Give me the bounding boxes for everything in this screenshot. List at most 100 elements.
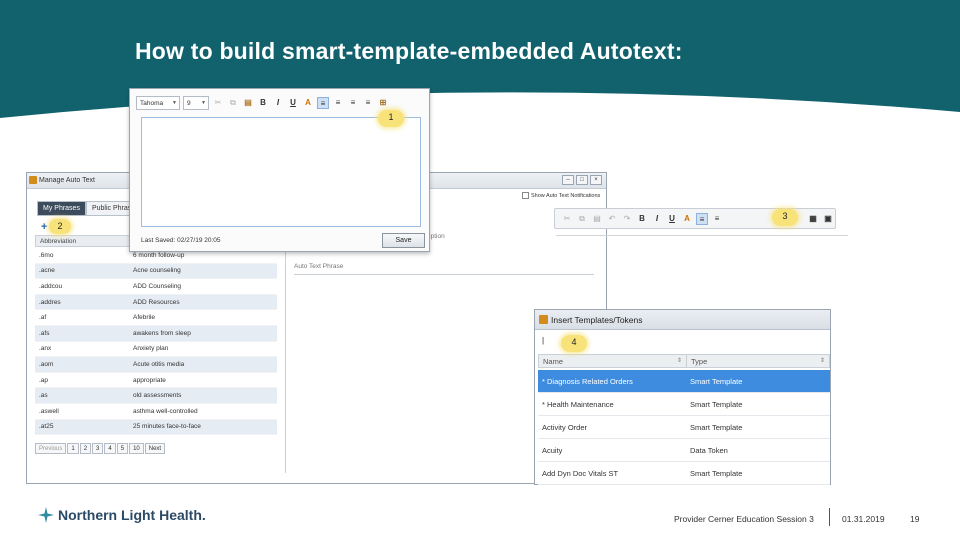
font-size-select[interactable]: 9 ▼	[183, 96, 209, 110]
template-table-header: Name ⇕ Type ⇕	[538, 354, 830, 368]
show-notifications-label: Show Auto Text Notifications	[531, 192, 601, 199]
pager-page-4[interactable]: 4	[104, 443, 116, 454]
show-notifications-toggle[interactable]: Show Auto Text Notifications	[522, 192, 600, 199]
template-type: Smart Template	[690, 376, 743, 386]
phrase-row[interactable]: .aom Acute otitis media	[35, 357, 277, 373]
font-color-icon[interactable]: A	[681, 213, 693, 225]
paste-icon[interactable]: ▤	[591, 213, 603, 225]
insert-template-icon[interactable]: ⊞	[377, 97, 389, 109]
phrase-abbreviation: .as	[39, 392, 48, 400]
page-number: 19	[910, 514, 920, 524]
phrase-abbreviation: .afs	[39, 329, 50, 337]
pane-divider[interactable]	[285, 233, 286, 473]
phrase-row[interactable]: .af Afebrile	[35, 310, 277, 326]
underline-icon[interactable]: U	[666, 213, 678, 225]
callout-1: 1	[378, 110, 404, 127]
justify-icon[interactable]: ≡	[362, 97, 374, 109]
maximize-button[interactable]: □	[576, 175, 588, 185]
phrase-abbreviation: .addcou	[39, 282, 63, 290]
redo-icon[interactable]: ↷	[621, 213, 633, 225]
save-button[interactable]: Save	[382, 233, 425, 248]
editor-toolbar: Tahoma ▼ 9 ▼ ✂ ⧉ ▤ B I U A ≡ ≡ ≡ ≡ ⊞	[136, 96, 389, 110]
footer-session: Provider Cerner Education Session 3	[674, 514, 814, 524]
insert-template-icon[interactable]: ▣	[822, 213, 834, 225]
show-notifications-checkbox[interactable]	[522, 192, 529, 199]
cut-icon[interactable]: ✂	[561, 213, 573, 225]
font-family-select[interactable]: Tahoma ▼	[136, 96, 180, 110]
bold-icon[interactable]: B	[257, 97, 269, 109]
pager-page-5[interactable]: 5	[116, 443, 129, 454]
copy-icon[interactable]: ⧉	[576, 213, 588, 225]
insert-table-icon[interactable]: ▦	[807, 213, 819, 225]
phrase-abbreviation: .aom	[39, 360, 54, 368]
phrase-row[interactable]: .ap appropriate	[35, 373, 277, 389]
phrase-description: Acne counseling	[133, 267, 181, 275]
phrase-abbreviation: .af	[39, 314, 47, 322]
phrase-row[interactable]: .as old assessments	[35, 388, 277, 404]
name-column-header[interactable]: Name ⇕	[539, 355, 687, 367]
type-column-label: Type	[691, 357, 708, 366]
bold-icon[interactable]: B	[636, 213, 648, 225]
phrase-row[interactable]: .afs awakens from sleep	[35, 325, 277, 342]
pager-page-1[interactable]: 1	[67, 443, 79, 454]
pager-page-10[interactable]: 10	[129, 443, 144, 454]
underline-icon[interactable]: U	[287, 97, 299, 109]
template-row[interactable]: Acuity Data Token	[538, 439, 830, 462]
phrase-row[interactable]: .acne Acne counseling	[35, 263, 277, 280]
sort-icon: ⇕	[676, 358, 682, 364]
name-column-label: Name	[543, 357, 564, 366]
template-type: Smart Template	[690, 399, 743, 409]
phrase-abbreviation: .ap	[39, 376, 49, 384]
add-phrase-icon[interactable]: +	[41, 221, 47, 233]
pager-next[interactable]: Next	[144, 443, 166, 454]
template-row[interactable]: Activity Order Smart Template	[538, 416, 830, 439]
phrase-description: appropriate	[133, 376, 166, 384]
font-color-icon[interactable]: A	[302, 97, 314, 109]
strip-divider	[556, 235, 848, 236]
italic-icon[interactable]: I	[272, 97, 284, 109]
template-row[interactable]: * Diagnosis Related Orders Smart Template	[538, 370, 830, 393]
font-size-value: 9	[187, 100, 191, 107]
tab-my-phrases[interactable]: My Phrases	[37, 201, 86, 216]
template-name: Acuity	[542, 445, 563, 455]
align-left-icon[interactable]: ≡	[696, 212, 708, 225]
phrase-row[interactable]: .aswell asthma well-controlled	[35, 404, 277, 420]
phrase-abbreviation: .aswell	[39, 407, 59, 415]
phrase-description: 25 minutes face-to-face	[133, 423, 201, 431]
template-row[interactable]: * Health Maintenance Smart Template	[538, 393, 830, 416]
align-center-icon[interactable]: ≡	[711, 213, 723, 225]
pager: Previous 1 2 3 4 5 10 Next	[35, 443, 166, 454]
autotext-editor-area[interactable]	[141, 117, 421, 227]
align-right-icon[interactable]: ≡	[347, 97, 359, 109]
type-column-header[interactable]: Type ⇕	[687, 355, 829, 367]
phrase-row[interactable]: .addcou ADD Counseling	[35, 279, 277, 295]
phrase-list: .6mo 6 month follow-up .acne Acne counselin…	[35, 248, 277, 436]
phrase-row[interactable]: .at25 25 minutes face-to-face	[35, 419, 277, 436]
phrase-description: Afebrile	[133, 314, 156, 322]
pager-page-2[interactable]: 2	[79, 443, 92, 454]
paste-icon[interactable]: ▤	[242, 97, 254, 109]
phrase-description: ADD Resources	[133, 298, 180, 306]
chevron-down-icon: ▼	[201, 100, 206, 106]
phrase-description: 6 month follow-up	[133, 251, 185, 259]
align-center-icon[interactable]: ≡	[332, 97, 344, 109]
phrase-row[interactable]: .addres ADD Resources	[35, 294, 277, 311]
pager-previous[interactable]: Previous	[35, 443, 67, 454]
copy-icon[interactable]: ⧉	[227, 97, 239, 109]
template-name: * Diagnosis Related Orders	[542, 376, 633, 386]
italic-icon[interactable]: I	[651, 213, 663, 225]
undo-icon[interactable]: ↶	[606, 213, 618, 225]
phrase-row[interactable]: .anx Anxiety plan	[35, 342, 277, 358]
callout-4: 4	[561, 335, 587, 352]
phrase-abbreviation: .6mo	[39, 251, 54, 259]
font-family-value: Tahoma	[140, 100, 164, 107]
align-left-icon[interactable]: ≡	[317, 97, 329, 109]
cut-icon[interactable]: ✂	[212, 97, 224, 109]
close-button[interactable]: ×	[590, 175, 602, 185]
slide-title: How to build smart-template-embedded Aut…	[135, 38, 683, 64]
phrase-abbreviation: .acne	[39, 267, 55, 275]
minimize-button[interactable]: –	[562, 175, 574, 185]
pager-page-3[interactable]: 3	[92, 443, 104, 454]
template-row[interactable]: Add Dyn Doc Vitals ST Smart Template	[538, 462, 830, 485]
auto-text-phrase-label: Auto Text Phrase	[294, 263, 594, 275]
